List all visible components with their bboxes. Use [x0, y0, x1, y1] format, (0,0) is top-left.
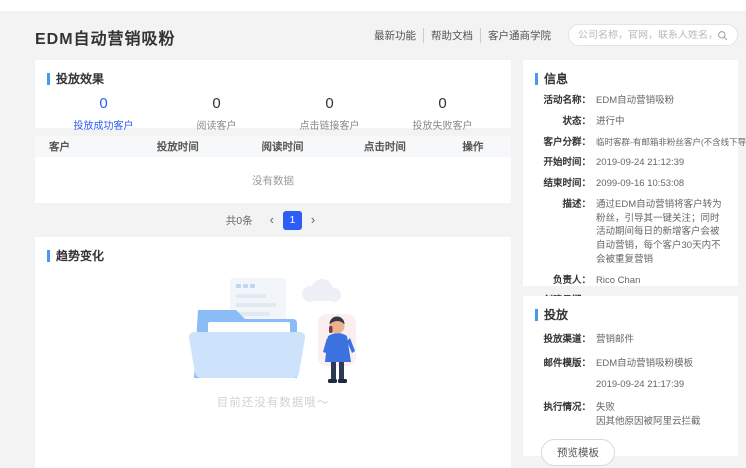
effect-card: 投放效果 0 投放成功客户 0 阅读客户 0 点击链接客户 0 投放失败客户: [35, 60, 511, 128]
effect-stats: 0 投放成功客户 0 阅读客户 0 点击链接客户 0 投放失败客户: [47, 95, 499, 132]
stat-label: 投放失败客户: [386, 117, 499, 132]
field-activity-name: 活动名称： EDM自动营销吸粉: [535, 94, 726, 108]
field-value: EDM自动营销吸粉: [596, 94, 674, 108]
field-description: 描述： 通过EDM自动营销将客户转为粉丝，引导其一键关注；同时活动期间每日的新增…: [535, 198, 726, 267]
stat-delivered-success[interactable]: 0 投放成功客户: [47, 95, 160, 132]
field-label: 执行情况：: [535, 401, 591, 429]
col-read-time: 阅读时间: [230, 139, 335, 154]
page-title: EDM自动营销吸粉: [35, 25, 176, 49]
info-section-header: 信息: [535, 70, 726, 87]
stat-delivered-failed[interactable]: 0 投放失败客户: [386, 95, 499, 132]
delivery-section-header: 投放: [535, 306, 726, 323]
field-value: 2019-09-24 21:12:39: [596, 156, 684, 170]
stat-label: 点击链接客户: [273, 117, 386, 132]
effect-section-title: 投放效果: [56, 70, 104, 87]
field-label: 结束时间：: [535, 177, 591, 191]
field-execution-status: 执行情况： 失败 因其他原因被阿里云拦截: [535, 401, 726, 429]
field-template-time: 2019-09-24 21:17:39: [535, 378, 726, 392]
customers-table: 客户 投放时间 阅读时间 点击时间 操作 没有数据: [35, 136, 511, 203]
nav-link-academy[interactable]: 客户通商学院: [481, 28, 558, 43]
field-label: 状态：: [535, 115, 591, 129]
field-customer-segment: 客户分群： 临时客群-有邮箱非粉丝客户(不含线下导入客户)(0人): [535, 136, 726, 150]
field-label: 活动名称：: [535, 94, 591, 108]
section-bar-icon: [535, 73, 538, 85]
field-label: 邮件模版：: [535, 357, 591, 371]
field-end-time: 结束时间： 2099-09-16 10:53:08: [535, 177, 726, 191]
stat-label: 阅读客户: [160, 117, 273, 132]
field-value: 营销邮件: [596, 333, 634, 347]
col-customer: 客户: [35, 139, 125, 154]
field-value: 进行中: [596, 115, 625, 129]
delivery-section-title: 投放: [544, 306, 568, 323]
global-search[interactable]: [568, 24, 738, 46]
pagination: 共0条 ‹ 1 ›: [35, 209, 511, 231]
field-label: 开始时间：: [535, 156, 591, 170]
field-value: 通过EDM自动营销将客户转为粉丝，引导其一键关注；同时活动期间每日的新增客户会被…: [596, 198, 726, 267]
effect-section-header: 投放效果: [47, 70, 499, 87]
field-value: 临时客群-有邮箱非粉丝客户(不含线下导入客户)(0人): [596, 136, 746, 150]
field-status: 状态： 进行中: [535, 115, 726, 129]
prev-page-icon[interactable]: ‹: [265, 211, 279, 229]
nav-link-help-docs[interactable]: 帮助文档: [424, 28, 481, 43]
status-reason-text: 因其他原因被阿里云拦截: [596, 415, 701, 429]
preview-template-button[interactable]: 预览模板: [541, 439, 615, 466]
stat-value: 0: [47, 95, 160, 112]
top-white-strip: [0, 0, 746, 11]
stat-value: 0: [160, 95, 273, 112]
page-number-button[interactable]: 1: [283, 211, 302, 230]
next-page-icon[interactable]: ›: [306, 211, 320, 229]
trend-section-header: 趋势变化: [47, 247, 499, 264]
field-mail-template: 邮件模版： EDM自动营销吸粉模板: [535, 357, 726, 371]
pagination-total: 共0条: [226, 213, 253, 228]
trend-section-title: 趋势变化: [56, 247, 104, 264]
field-label: 描述：: [535, 198, 591, 267]
field-value: 2019-09-24 21:17:39: [596, 378, 684, 392]
field-label: 负责人：: [535, 274, 591, 288]
field-label: 客户分群：: [535, 136, 591, 150]
status-failed-text: 失败: [596, 401, 701, 415]
trend-card: 趋势变化: [35, 237, 511, 468]
stat-clicked-link[interactable]: 0 点击链接客户: [273, 95, 386, 132]
section-bar-icon: [535, 309, 538, 321]
stat-read-customers[interactable]: 0 阅读客户: [160, 95, 273, 132]
field-value: 2099-09-16 10:53:08: [596, 177, 684, 191]
table-header-row: 客户 投放时间 阅读时间 点击时间 操作: [35, 136, 511, 157]
field-label: 投放渠道：: [535, 333, 591, 347]
info-card: 信息 活动名称： EDM自动营销吸粉 状态： 进行中 客户分群： 临时客群-有邮…: [523, 60, 738, 286]
delivery-card: 投放 投放渠道： 营销邮件 邮件模版： EDM自动营销吸粉模板 2019-09-…: [523, 296, 738, 456]
trend-empty-text: 目前还没有数据哦～: [217, 394, 330, 410]
col-actions: 操作: [435, 139, 511, 154]
field-value: Rico Chan: [596, 274, 640, 288]
col-delivery-time: 投放时间: [125, 139, 230, 154]
field-start-time: 开始时间： 2019-09-24 21:12:39: [535, 156, 726, 170]
stat-value: 0: [273, 95, 386, 112]
stat-label: 投放成功客户: [47, 117, 160, 132]
field-delivery-channel: 投放渠道： 营销邮件: [535, 333, 726, 347]
search-icon[interactable]: [717, 30, 728, 41]
search-input[interactable]: [578, 30, 717, 41]
nav-link-new-features[interactable]: 最新功能: [367, 28, 424, 43]
table-empty-text: 没有数据: [35, 157, 511, 203]
info-section-title: 信息: [544, 70, 568, 87]
col-click-time: 点击时间: [335, 139, 435, 154]
stat-value: 0: [386, 95, 499, 112]
empty-folder-person-illustration: [168, 276, 378, 388]
header-nav: 最新功能 帮助文档 客户通商学院: [367, 28, 558, 43]
field-value: EDM自动营销吸粉模板: [596, 357, 693, 371]
field-label: [535, 378, 591, 392]
section-bar-icon: [47, 73, 50, 85]
section-bar-icon: [47, 250, 50, 262]
header-right: 最新功能 帮助文档 客户通商学院: [367, 24, 738, 46]
field-owner: 负责人： Rico Chan: [535, 274, 726, 288]
